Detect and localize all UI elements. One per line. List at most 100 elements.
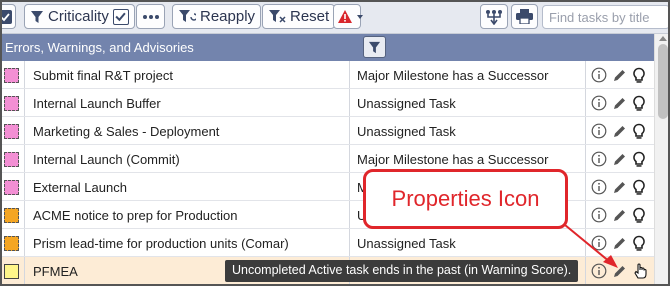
edit-pencil-icon[interactable] [611, 122, 627, 140]
info-icon[interactable] [591, 66, 607, 84]
group-title: Errors, Warnings, and Advisories [5, 40, 194, 55]
row-actions [591, 94, 647, 112]
edit-pencil-icon[interactable] [611, 94, 627, 112]
edit-pencil-icon[interactable] [611, 150, 627, 168]
column-divider [349, 173, 350, 200]
lightbulb-icon[interactable] [631, 122, 647, 140]
edit-pencil-icon[interactable] [611, 234, 627, 252]
column-divider [349, 61, 350, 88]
filter-reset-icon [269, 10, 286, 23]
row-actions [591, 150, 647, 168]
scroll-up-arrow-icon[interactable] [659, 36, 667, 41]
table-row[interactable]: Internal Launch Buffer Unassigned Task [0, 89, 654, 117]
table-row[interactable]: Prism lead-time for production units (Co… [0, 229, 654, 257]
scrollbar[interactable] [654, 34, 670, 286]
edit-pencil-icon[interactable] [611, 66, 627, 84]
lightbulb-icon[interactable] [631, 234, 647, 252]
lightbulb-icon[interactable] [631, 178, 647, 196]
task-name[interactable]: Marketing & Sales - Deployment [33, 124, 219, 139]
task-name[interactable]: Internal Launch Buffer [33, 96, 161, 111]
column-divider [585, 173, 586, 200]
criticality-chip [4, 96, 19, 111]
column-divider [585, 229, 586, 256]
lightbulb-icon[interactable] [631, 206, 647, 224]
column-divider [24, 145, 25, 172]
hierarchy-button[interactable] [480, 4, 508, 29]
info-icon[interactable] [591, 206, 607, 224]
column-divider [585, 257, 586, 284]
advisory-text: Major Milestone has a Successor [357, 68, 549, 83]
criticality-chip [4, 180, 19, 195]
task-name[interactable]: Submit final R&T project [33, 68, 173, 83]
reset-button[interactable]: Reset [262, 4, 336, 29]
search-input[interactable]: Find tasks by title [542, 5, 670, 29]
filter-icon [31, 10, 43, 23]
criticality-checkbox[interactable] [112, 8, 129, 25]
reapply-label: Reapply [200, 8, 256, 25]
info-icon[interactable] [591, 150, 607, 168]
scroll-thumb[interactable] [658, 44, 668, 119]
warning-dropdown-button[interactable] [333, 4, 363, 29]
select-all-checkbox[interactable] [0, 4, 16, 29]
column-divider [24, 201, 25, 228]
lightbulb-icon[interactable] [631, 150, 647, 168]
criticality-chip [4, 264, 19, 279]
filter-refresh-icon [179, 10, 196, 22]
criticality-chip [4, 208, 19, 223]
criticality-label: Criticality [48, 8, 109, 25]
row-actions [591, 234, 647, 252]
tooltip: Uncompleted Active task ends in the past… [225, 260, 579, 282]
edit-pencil-icon[interactable] [611, 206, 627, 224]
properties-icon-callout: Properties Icon [363, 169, 568, 229]
column-divider [349, 145, 350, 172]
print-button[interactable] [511, 4, 538, 29]
checkmark-icon [0, 9, 12, 24]
column-divider [585, 89, 586, 116]
column-divider [585, 61, 586, 88]
task-name[interactable]: ACME notice to prep for Production [33, 208, 238, 223]
info-icon[interactable] [591, 262, 607, 280]
column-divider [24, 61, 25, 88]
info-icon[interactable] [591, 234, 607, 252]
edit-pencil-icon[interactable] [611, 178, 627, 196]
column-divider [585, 201, 586, 228]
reset-label: Reset [290, 8, 330, 25]
column-divider [24, 89, 25, 116]
info-icon[interactable] [591, 94, 607, 112]
task-name[interactable]: Prism lead-time for production units (Co… [33, 236, 289, 251]
column-divider [24, 117, 25, 144]
criticality-chip [4, 68, 19, 83]
lightbulb-icon[interactable] [631, 94, 647, 112]
column-divider [349, 89, 350, 116]
chevron-down-icon [357, 14, 363, 19]
ellipsis-icon [142, 14, 159, 19]
search-placeholder: Find tasks by title [549, 10, 650, 25]
advisory-text: Unassigned Task [357, 124, 456, 139]
task-name[interactable]: PFMEA [33, 264, 78, 279]
group-filter-button[interactable] [363, 36, 386, 58]
column-divider [24, 257, 25, 284]
edit-pencil-icon[interactable] [611, 262, 627, 280]
task-name[interactable]: Internal Launch (Commit) [33, 152, 180, 167]
callout-text: Properties Icon [391, 186, 540, 211]
group-header: Errors, Warnings, and Advisories [0, 34, 654, 61]
info-icon[interactable] [591, 178, 607, 196]
info-icon[interactable] [591, 122, 607, 140]
column-divider [349, 229, 350, 256]
lightbulb-icon[interactable] [631, 66, 647, 84]
more-options-button[interactable] [136, 4, 165, 29]
filter-icon [368, 41, 381, 53]
column-divider [585, 117, 586, 144]
task-name[interactable]: External Launch [33, 180, 127, 195]
table-row[interactable]: Marketing & Sales - Deployment Unassigned… [0, 117, 654, 145]
toolbar: Criticality Reapply Reset Find tasks by … [0, 0, 670, 34]
criticality-chip [4, 124, 19, 139]
warning-icon [338, 10, 352, 23]
hand-pointer-icon [631, 262, 651, 280]
hierarchy-icon [486, 9, 502, 25]
criticality-filter-button[interactable]: Criticality [24, 4, 135, 29]
table-row[interactable]: Submit final R&T project Major Milestone … [0, 61, 654, 89]
print-icon [516, 9, 533, 24]
row-actions [591, 122, 647, 140]
reapply-button[interactable]: Reapply [172, 4, 262, 29]
